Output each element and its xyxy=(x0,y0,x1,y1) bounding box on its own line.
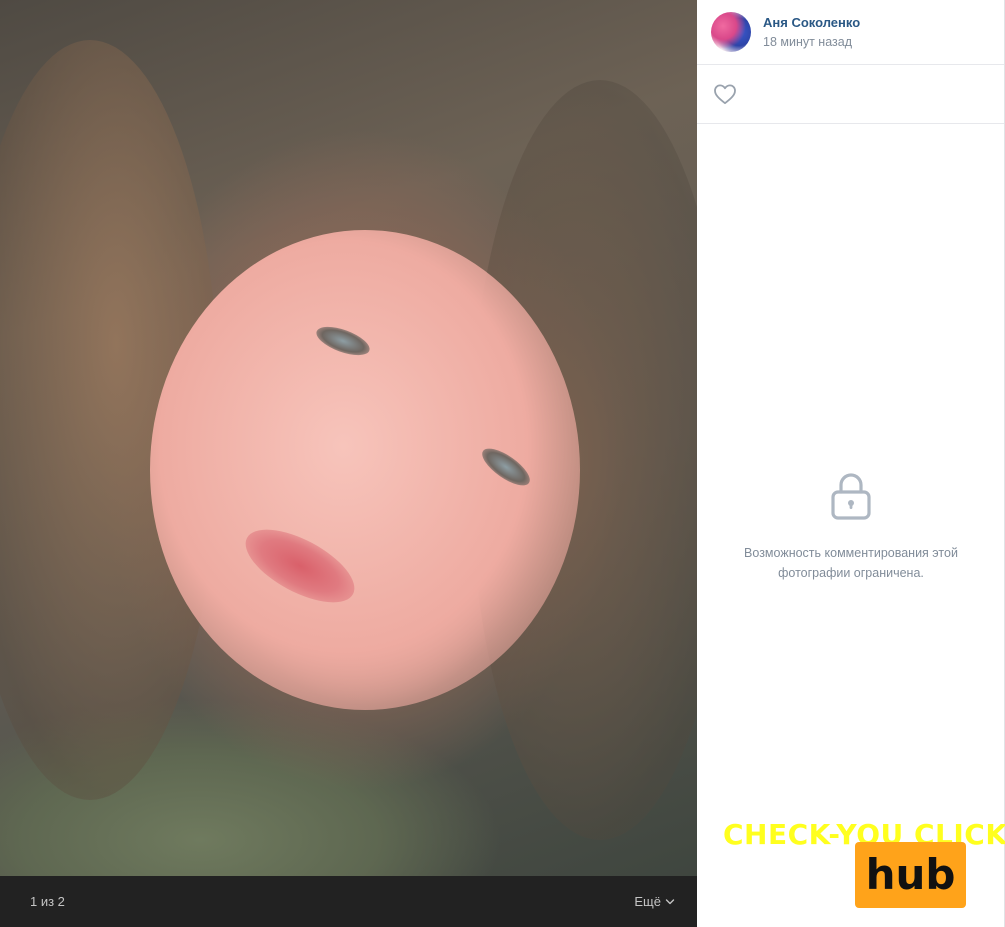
comments-locked-message: Возможность комментирования этой фотогра… xyxy=(744,546,958,580)
info-panel: Аня Соколенко 18 минут назад Возможность… xyxy=(697,0,1005,927)
photo-counter: 1 из 2 xyxy=(30,894,65,909)
comments-locked-notice: Возможность комментирования этой фотогра… xyxy=(697,470,1005,583)
author-header: Аня Соколенко 18 минут назад xyxy=(697,0,1004,65)
author-name[interactable]: Аня Соколенко xyxy=(763,14,860,31)
post-time[interactable]: 18 минут назад xyxy=(763,33,860,51)
more-label: Ещё xyxy=(634,894,661,909)
photo-column: 1 из 2 Ещё xyxy=(0,0,697,927)
chevron-down-icon xyxy=(665,898,675,904)
photo-image[interactable] xyxy=(0,0,697,876)
photo-viewer: 1 из 2 Ещё Аня Соколенко 18 минут назад xyxy=(0,0,1005,927)
heart-outline-icon xyxy=(714,84,736,105)
watermark-badge: hub xyxy=(855,842,966,908)
lock-icon xyxy=(831,473,871,520)
photo-footer: 1 из 2 Ещё xyxy=(0,876,697,927)
avatar[interactable] xyxy=(711,12,751,52)
more-button[interactable]: Ещё xyxy=(634,894,675,909)
actions-row xyxy=(697,65,1004,124)
like-button[interactable] xyxy=(711,80,739,108)
